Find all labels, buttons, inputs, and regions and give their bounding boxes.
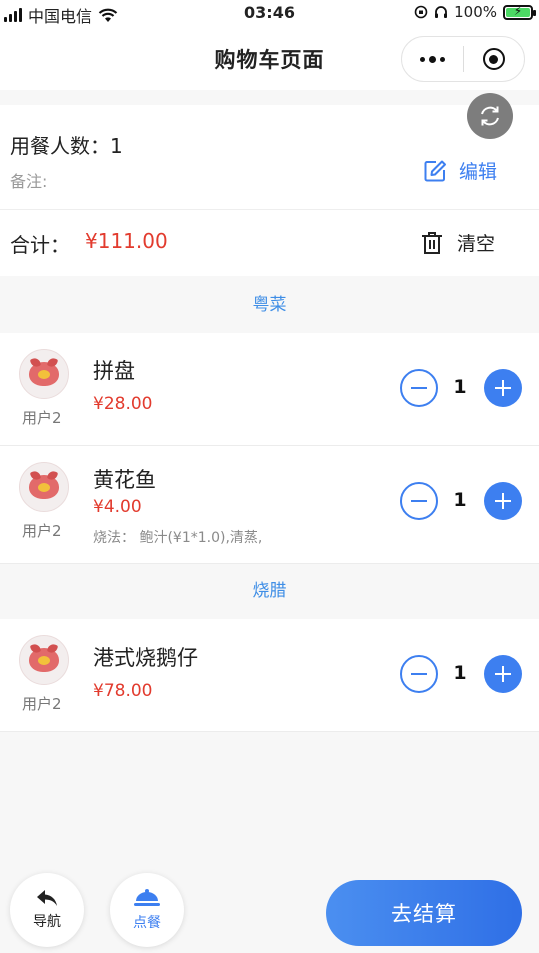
refresh-button[interactable] <box>467 93 513 139</box>
increase-button[interactable] <box>484 655 522 693</box>
headphones-icon <box>435 6 448 18</box>
orientation-lock-icon <box>414 5 428 19</box>
item-user: 用户2 <box>22 695 62 713</box>
pig-icon <box>29 475 59 499</box>
item-price: ¥4.00 <box>93 497 142 517</box>
pig-icon <box>29 648 59 672</box>
close-miniprogram-button[interactable] <box>464 37 525 81</box>
status-right: 100% ⚡ <box>414 3 536 21</box>
item-name: 港式烧鹅仔 <box>93 646 198 670</box>
food-cloche-icon <box>134 889 160 906</box>
refresh-icon <box>481 106 499 126</box>
more-button[interactable] <box>402 37 463 81</box>
menu-capsule <box>401 36 525 82</box>
cart-info-panel: 用餐人数：1 备注: 编辑 <box>0 105 539 210</box>
checkout-button[interactable]: 去结算 <box>326 880 522 946</box>
edit-icon <box>424 160 446 181</box>
decrease-button[interactable] <box>400 482 438 520</box>
increase-button[interactable] <box>484 369 522 407</box>
category-header: 粤菜 <box>0 278 539 332</box>
item-note: 烧法： 鲍汁(¥1*1.0),清蒸, <box>93 530 263 546</box>
minus-icon <box>411 386 427 390</box>
clear-cart-button[interactable]: 清空 <box>421 229 495 256</box>
more-icon <box>419 55 445 63</box>
item-quantity: 1 <box>453 662 467 684</box>
item-name: 黄花鱼 <box>93 468 156 492</box>
nav-label: 导航 <box>33 914 61 930</box>
target-icon <box>482 48 505 70</box>
diners-row: 用餐人数：1 <box>10 130 123 159</box>
battery-icon: ⚡ <box>503 4 536 20</box>
diners-count: 1 <box>110 134 123 158</box>
nav-bar: 购物车页面 <box>0 28 539 90</box>
item-price: ¥28.00 <box>93 394 153 414</box>
item-quantity: 1 <box>453 376 467 398</box>
item-user: 用户2 <box>22 409 62 427</box>
item-quantity: 1 <box>453 489 467 511</box>
remark-label: 备注: <box>10 172 48 191</box>
order-button[interactable]: 点餐 <box>110 873 184 947</box>
status-bar: 中国电信 03:46 100% ⚡ <box>0 0 539 28</box>
cart-item: 用户2 黄花鱼 ¥4.00 烧法： 鲍汁(¥1*1.0),清蒸, 1 <box>0 446 539 564</box>
cart-item: 用户2 港式烧鹅仔 ¥78.00 1 <box>0 619 539 732</box>
battery-percent: 100% <box>454 3 497 21</box>
edit-button[interactable]: 编辑 <box>423 157 497 184</box>
total-amount: ¥111.00 <box>85 229 168 253</box>
nav-button[interactable]: 导航 <box>10 873 84 947</box>
minus-icon <box>411 672 427 676</box>
edit-label: 编辑 <box>458 161 497 183</box>
trash-icon <box>421 231 442 254</box>
item-user: 用户2 <box>22 522 62 540</box>
minus-icon <box>411 499 427 503</box>
order-label: 点餐 <box>133 915 161 931</box>
decrease-button[interactable] <box>400 655 438 693</box>
category-header: 烧腊 <box>0 564 539 618</box>
total-bar: 合计： ¥111.00 清空 <box>0 210 539 276</box>
total-label: 合计： <box>10 233 70 257</box>
back-arrow-icon <box>37 890 57 906</box>
item-name: 拼盘 <box>93 359 135 383</box>
increase-button[interactable] <box>484 482 522 520</box>
diners-label: 用餐人数： <box>10 134 110 158</box>
user-avatar <box>19 349 69 399</box>
pig-icon <box>29 362 59 386</box>
user-avatar <box>19 635 69 685</box>
clear-label: 清空 <box>456 233 495 255</box>
cart-item: 用户2 拼盘 ¥28.00 1 <box>0 333 539 446</box>
decrease-button[interactable] <box>400 369 438 407</box>
item-price: ¥78.00 <box>93 681 153 701</box>
user-avatar <box>19 462 69 512</box>
